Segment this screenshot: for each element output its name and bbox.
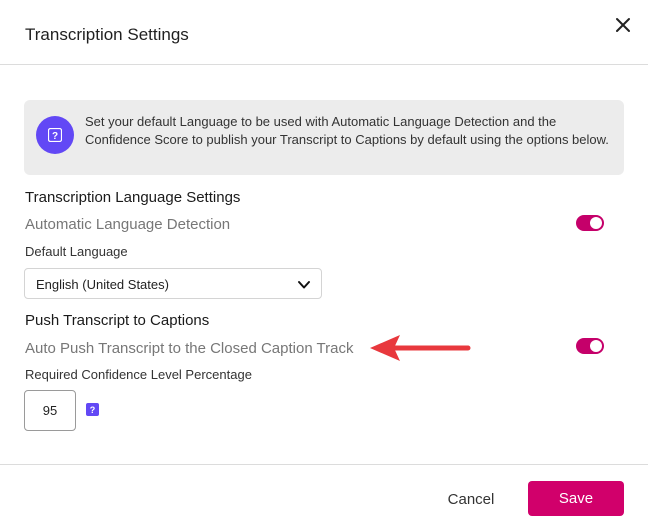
dialog-header: Transcription Settings xyxy=(0,0,648,65)
toggle-knob xyxy=(590,340,602,352)
svg-text:?: ? xyxy=(90,405,96,415)
confidence-input[interactable] xyxy=(24,390,76,431)
chevron-down-icon xyxy=(297,278,311,290)
auto-push-label: Auto Push Transcript to the Closed Capti… xyxy=(25,340,354,357)
close-icon[interactable] xyxy=(612,14,634,36)
save-button[interactable]: Save xyxy=(528,481,624,516)
default-language-select[interactable]: English (United States) xyxy=(24,268,322,299)
info-text: Set your default Language to be used wit… xyxy=(85,114,609,147)
default-language-value: English (United States) xyxy=(36,277,169,292)
auto-detect-toggle[interactable] xyxy=(576,215,604,231)
captions-section-title: Push Transcript to Captions xyxy=(25,312,210,329)
language-settings-title: Transcription Language Settings xyxy=(25,189,241,206)
dialog-footer: Cancel Save xyxy=(0,464,648,530)
dialog-title: Transcription Settings xyxy=(25,25,189,44)
svg-text:?: ? xyxy=(52,131,58,142)
default-language-label: Default Language xyxy=(25,244,128,259)
confidence-label: Required Confidence Level Percentage xyxy=(25,367,252,382)
help-icon: ? xyxy=(36,116,74,154)
help-icon[interactable]: ? xyxy=(86,403,99,416)
auto-push-toggle[interactable] xyxy=(576,338,604,354)
toggle-knob xyxy=(590,217,602,229)
cancel-button[interactable]: Cancel xyxy=(431,482,511,516)
info-banner: ? Set your default Language to be used w… xyxy=(24,100,624,175)
transcription-settings-dialog: Transcription Settings ? Set your defaul… xyxy=(0,0,648,529)
arrow-left-icon xyxy=(368,333,474,363)
auto-detect-label: Automatic Language Detection xyxy=(25,216,231,233)
